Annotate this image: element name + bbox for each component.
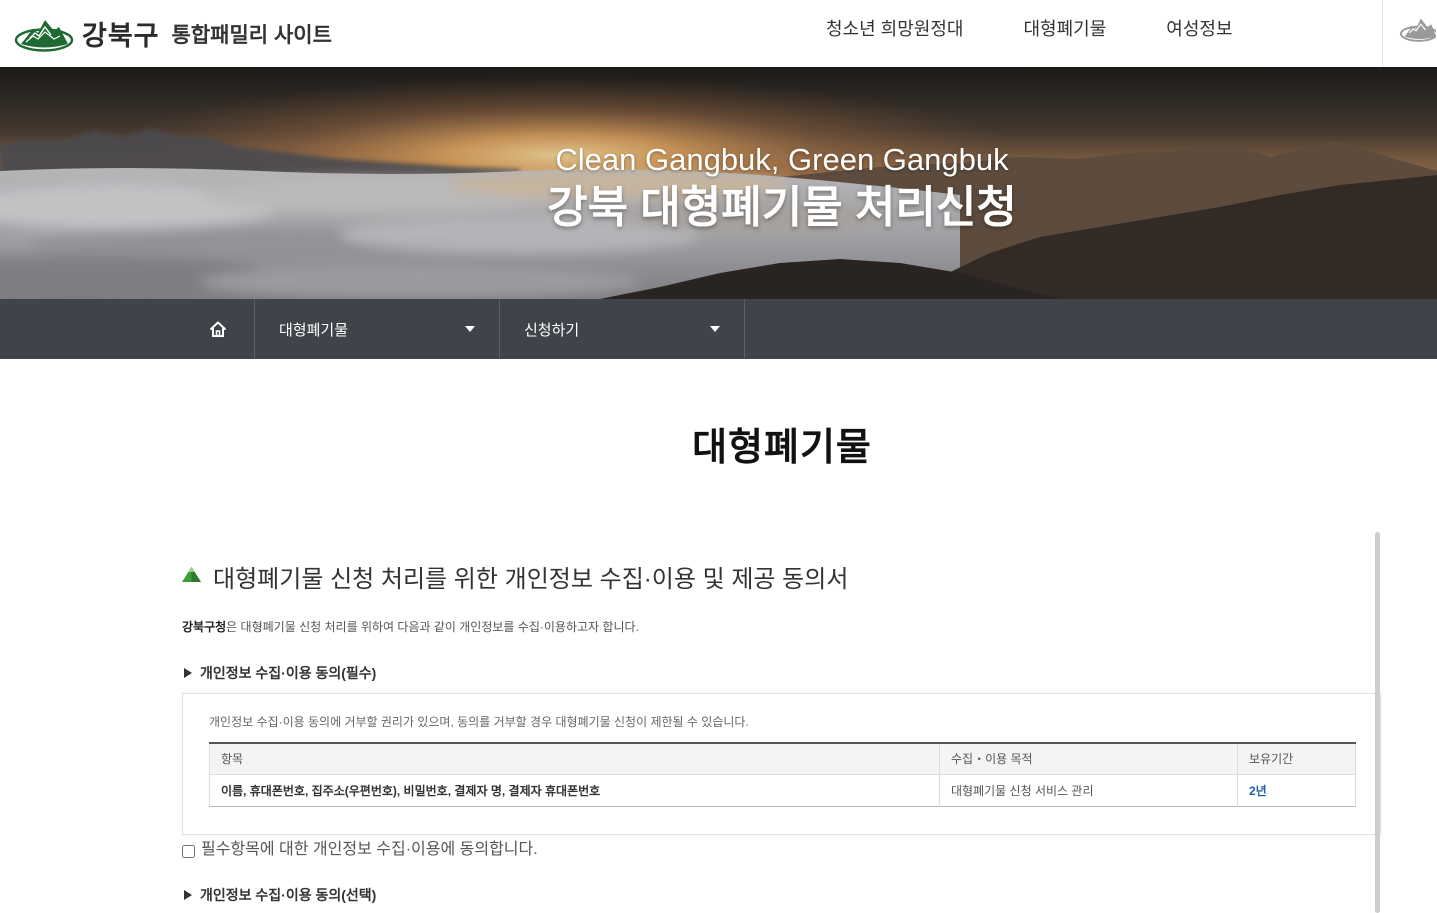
content-scrollbar[interactable] xyxy=(1375,532,1380,913)
caret-down-icon xyxy=(465,326,475,332)
gangbuk-logo-icon xyxy=(14,15,74,53)
nav-item-large-waste[interactable]: 대형폐기물 xyxy=(1023,16,1106,42)
site-name: 통합패밀리 사이트 xyxy=(171,23,332,47)
agree-required-checkbox[interactable] xyxy=(182,844,195,858)
required-agree-row: 필수항목에 대한 개인정보 수집·이용에 동의합니다. xyxy=(182,838,538,862)
family-site-graphic xyxy=(1399,18,1436,42)
gangbuk-logo-graphic xyxy=(14,19,74,52)
agree-required-label[interactable]: 필수항목에 대한 개인정보 수집·이용에 동의합니다. xyxy=(201,838,538,862)
triangle-right-icon xyxy=(184,668,192,678)
consent-intro: 강북구청은 대형폐기물 신청 처리를 위하여 다음과 같이 개인정보를 수집·이… xyxy=(182,618,639,636)
hero-slogan: Clean Gangbuk, Green Gangbuk xyxy=(555,142,1009,177)
intro-organization: 강북구청 xyxy=(182,620,227,634)
caret-down-icon xyxy=(710,326,720,332)
consent-table: 항목 수집・이용 목적 보유기간 이름, 휴대폰번호, 집주소(우편번호), 비… xyxy=(209,742,1356,807)
green-mountain-graphic xyxy=(182,567,201,582)
main-nav: 청소년 희망원정대 대형폐기물 여성정보 xyxy=(826,16,1233,42)
breadcrumb: 대형폐기물 신청하기 xyxy=(0,299,1437,359)
page-title: 대형폐기물 xyxy=(692,427,872,469)
site-logo-link[interactable]: 강북구 통합패밀리 사이트 xyxy=(14,0,332,67)
table-cell-retention: 2년 xyxy=(1237,774,1356,806)
breadcrumb-home[interactable] xyxy=(182,299,255,359)
hero-banner: Clean Gangbuk, Green Gangbuk 강북 대형폐기물 처리… xyxy=(0,67,1437,299)
hero-text: Clean Gangbuk, Green Gangbuk 강북 대형폐기물 처리… xyxy=(127,67,1437,299)
required-consent-title: 개인정보 수집·이용 동의(필수) xyxy=(184,663,376,683)
table-cell-purpose: 대형폐기물 신청 서비스 관리 xyxy=(939,774,1238,806)
breadcrumb-page-label: 신청하기 xyxy=(524,321,580,339)
optional-consent-title-text: 개인정보 수집·이용 동의(선택) xyxy=(200,887,377,903)
triangle-right-icon xyxy=(184,890,192,900)
required-consent-title-text: 개인정보 수집·이용 동의(필수) xyxy=(200,665,377,681)
home-icon xyxy=(210,321,226,337)
table-header-items: 항목 xyxy=(209,743,940,775)
hero-title: 강북 대형폐기물 처리신청 xyxy=(547,183,1017,232)
table-row: 이름, 휴대폰번호, 집주소(우편번호), 비밀번호, 결제자 명, 결제자 휴… xyxy=(209,774,1356,806)
mountain-icon[interactable] xyxy=(1398,14,1436,44)
breadcrumb-dropdown-category[interactable]: 대형폐기물 xyxy=(255,299,500,359)
breadcrumb-dropdown-page[interactable]: 신청하기 xyxy=(500,299,745,359)
green-mountain-icon xyxy=(182,567,201,582)
required-consent-box: 개인정보 수집·이용 동의에 거부할 권리가 있으며, 동의를 거부할 경우 대… xyxy=(182,693,1381,835)
optional-consent-title: 개인정보 수집·이용 동의(선택) xyxy=(184,885,376,905)
nav-item-women-info[interactable]: 여성정보 xyxy=(1166,16,1232,42)
consent-heading-text: 대형폐기물 신청 처리를 위한 개인정보 수집·이용 및 제공 동의서 xyxy=(213,566,849,593)
nav-item-youth-expedition[interactable]: 청소년 희망원정대 xyxy=(826,16,963,42)
site-header: 강북구 통합패밀리 사이트 청소년 희망원정대 대형폐기물 여성정보 xyxy=(0,0,1437,67)
table-header-row: 항목 수집・이용 목적 보유기간 xyxy=(209,743,1356,775)
table-header-retention: 보유기간 xyxy=(1237,743,1356,775)
table-cell-items: 이름, 휴대폰번호, 집주소(우편번호), 비밀번호, 결제자 명, 결제자 휴… xyxy=(209,774,940,806)
breadcrumb-inner: 대형폐기물 신청하기 xyxy=(182,299,745,359)
consent-heading: 대형폐기물 신청 처리를 위한 개인정보 수집·이용 및 제공 동의서 xyxy=(182,563,848,597)
table-header-purpose: 수집・이용 목적 xyxy=(939,743,1238,775)
logo-text: 강북구 xyxy=(82,21,160,51)
header-divider xyxy=(1382,0,1383,67)
intro-text: 은 대형폐기물 신청 처리를 위하여 다음과 같이 개인정보를 수집·이용하고자… xyxy=(226,620,639,634)
consent-refusal-notice: 개인정보 수집·이용 동의에 거부할 권리가 있으며, 동의를 거부할 경우 대… xyxy=(209,715,749,729)
breadcrumb-category-label: 대형폐기물 xyxy=(279,321,349,339)
